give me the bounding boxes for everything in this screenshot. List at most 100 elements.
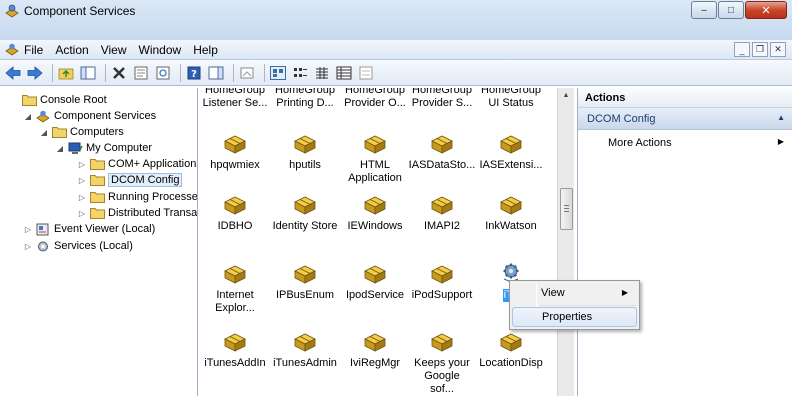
menu-window[interactable]: Window [139,43,182,57]
list-item-identity-store[interactable]: Identity Store [269,193,341,233]
svg-text:?: ? [191,69,197,80]
package-icon [431,265,453,284]
more-actions-link[interactable]: More Actions [608,137,672,149]
list-item-label: Identity Store [272,220,338,232]
detail-view-button[interactable] [335,64,353,82]
list-item-label: Keeps your Google sof... [414,357,470,395]
list-item-homegroup-ui-status[interactable]: HomeGroup UI Status [475,88,547,110]
list-item-label: iTunesAdmin [273,357,337,369]
child-restore-button[interactable]: ❐ [752,42,768,57]
action-pane-icon [208,66,224,79]
expanded-triangle-icon[interactable]: ◢ [23,112,33,121]
list-item-ipodsupport[interactable]: iPodSupport [406,262,478,302]
large-icons-view-button[interactable] [269,64,287,82]
tree-item-services[interactable]: ▷ Services (Local) [23,237,133,255]
list-item-html-application[interactable]: HTML Application [339,132,411,185]
package-icon [224,196,246,215]
list-item-label: InkWatson [485,220,537,232]
menu-action[interactable]: Action [55,43,88,57]
menu-file[interactable]: File [24,43,43,57]
list-item-keeps-your-google-software[interactable]: Keeps your Google sof... [406,330,478,396]
help-button[interactable]: ? [185,64,203,82]
forward-button[interactable] [26,64,44,82]
tree-item-event-viewer[interactable]: ▷ Event Viewer (Local) [23,220,155,238]
context-menu: View ▶ Properties [509,280,640,330]
list-item-ipodservice[interactable]: IpodService [339,262,411,302]
list-item-iewindows[interactable]: IEWindows [339,193,411,233]
component-services-icon [4,4,20,18]
collapsed-triangle-icon[interactable]: ▷ [23,225,33,234]
properties-toolbar-button[interactable] [132,64,150,82]
maximize-button[interactable]: □ [718,1,744,19]
list-item-iasdatastore[interactable]: IASDataSto... [406,132,478,172]
list-view-button[interactable] [313,64,331,82]
context-menu-properties[interactable]: Properties [512,307,637,327]
child-close-button[interactable]: ✕ [770,42,786,57]
tree-item-dcom-config[interactable]: ▷ DCOM Config [77,171,183,189]
list-item-homegroup-printing[interactable]: HomeGroup Printing D... [269,88,341,110]
show-hide-action-pane-button[interactable] [207,64,225,82]
large-icons-view-icon [270,65,286,80]
delete-button[interactable] [110,64,128,82]
list-item-idbho[interactable]: IDBHO [199,193,271,233]
help-icon: ? [187,66,201,80]
expanded-triangle-icon[interactable]: ◢ [55,144,65,153]
package-icon [224,135,246,154]
list-item-hputils[interactable]: hputils [269,132,341,172]
refresh-icon [156,66,170,79]
list-item-homegroup-provider-s[interactable]: HomeGroup Provider S... [406,88,478,110]
scrollbar-thumb[interactable] [560,188,573,230]
up-one-level-button[interactable] [57,64,75,82]
list-item-iasextension[interactable]: IASExtensi... [475,132,547,172]
child-minimize-button[interactable]: _ [734,42,750,57]
show-hide-console-tree-button[interactable] [79,64,97,82]
mmc-system-menu-icon[interactable] [5,43,19,56]
list-item-iviregmgr[interactable]: IviRegMgr [339,330,411,370]
list-item-label: hputils [289,159,321,171]
package-icon [294,135,316,154]
package-icon [431,135,453,154]
collapsed-triangle-icon[interactable]: ▷ [77,193,87,202]
package-icon [294,265,316,284]
list-item-label: IviRegMgr [349,357,401,369]
collapsed-triangle-icon[interactable]: ▷ [23,242,33,251]
list-item-homegroup-listener[interactable]: HomeGroup Listener Se... [199,88,271,110]
menu-help[interactable]: Help [193,43,218,57]
list-item-internet-explorer[interactable]: Internet Explor... [199,262,271,315]
collapse-up-arrow-icon[interactable]: ▲ [777,113,785,122]
collapsed-triangle-icon[interactable]: ▷ [77,209,87,218]
small-icons-view-button[interactable] [291,64,309,82]
minimize-button[interactable]: – [691,1,717,19]
context-menu-view[interactable]: View ▶ [512,283,637,303]
refresh-button[interactable] [154,64,172,82]
back-button[interactable] [4,64,22,82]
package-icon [224,333,246,352]
list-item-locationdisp[interactable]: LocationDisp [475,330,547,370]
list-item-itunesaddin[interactable]: iTunesAddIn [199,330,271,370]
tree-item-label: Running Processes [108,191,198,203]
vertical-scrollbar[interactable]: ▲ [557,88,574,396]
list-item-itunesadmin[interactable]: iTunesAdmin [269,330,341,370]
list-item-inkwatson[interactable]: InkWatson [475,193,547,233]
package-icon [500,135,522,154]
scroll-up-arrow-icon[interactable]: ▲ [561,92,571,102]
menu-view[interactable]: View [101,43,127,57]
list-item-ipbusenum[interactable]: IPBusEnum [269,262,341,302]
package-icon [500,333,522,352]
actions-section-dcom-config[interactable]: DCOM Config ▲ [578,108,792,130]
minimize-icon: – [701,4,707,16]
component-services-button[interactable] [238,64,256,82]
folder-up-icon [58,68,74,79]
list-item-hpqwmiex[interactable]: hpqwmiex [199,132,271,172]
list-item-homegroup-provider-o[interactable]: HomeGroup Provider O... [339,88,411,110]
folder-icon [89,157,105,171]
expanded-triangle-icon[interactable]: ◢ [39,128,49,137]
list-item-label: IpodService [345,289,405,301]
list-item-imapi2[interactable]: IMAPI2 [406,193,478,233]
view-settings-button[interactable] [357,64,375,82]
collapsed-triangle-icon[interactable]: ▷ [77,160,87,169]
collapsed-triangle-icon[interactable]: ▷ [77,176,87,185]
close-button[interactable]: ✕ [745,1,787,19]
component-services-icon [240,67,254,78]
tree-item-label: COM+ Applications [108,158,198,170]
